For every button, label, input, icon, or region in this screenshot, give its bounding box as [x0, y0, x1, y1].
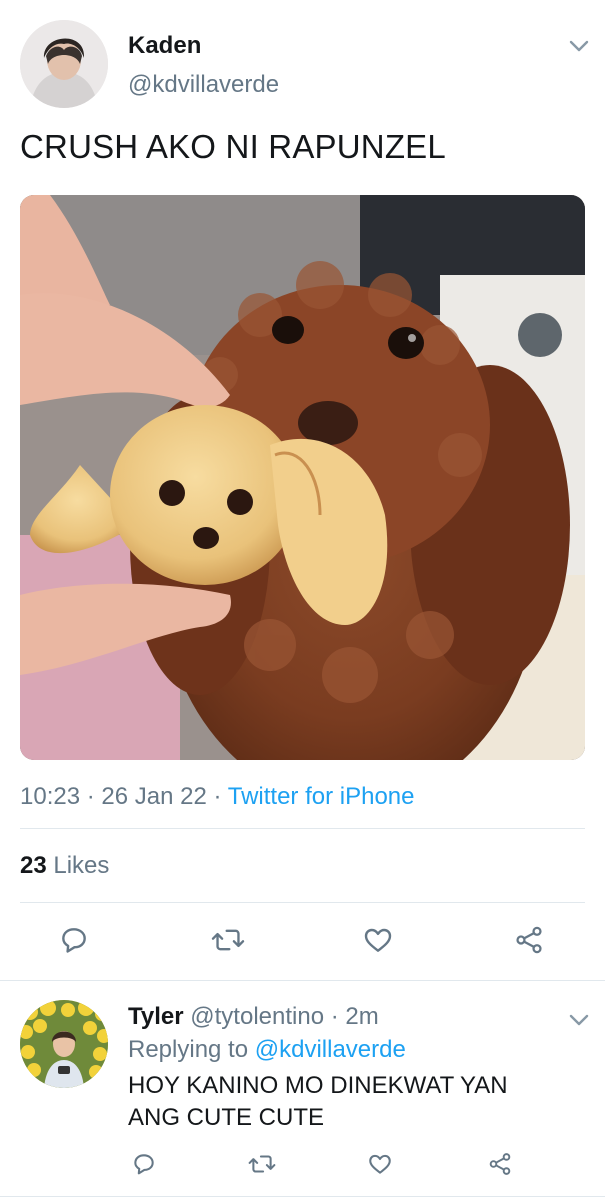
- heart-icon[interactable]: [356, 922, 400, 958]
- reply-author-handle[interactable]: @tytolentino: [190, 1003, 324, 1030]
- tweet-meta: 10:23 · 26 Jan 22 · Twitter for iPhone: [20, 783, 414, 811]
- reply-separator: ·: [330, 1003, 339, 1030]
- divider: [20, 902, 585, 903]
- author-avatar[interactable]: [20, 20, 108, 108]
- reply-avatar-image: [20, 1000, 108, 1088]
- author-avatar-image: [20, 20, 108, 108]
- retweet-icon[interactable]: [244, 1148, 280, 1180]
- divider: [20, 828, 585, 829]
- author-handle[interactable]: @kdvillaverde: [128, 71, 279, 99]
- tweet-date: 26 Jan 22: [101, 783, 207, 810]
- divider: [0, 980, 605, 981]
- reply-icon[interactable]: [52, 922, 96, 958]
- tweet-photo[interactable]: [20, 195, 585, 760]
- reply-text: HOY KANINO MO DINEKWAT YAN ANG CUTE CUTE: [128, 1072, 508, 1131]
- divider: [0, 1196, 605, 1197]
- meta-separator: ·: [86, 783, 95, 810]
- share-icon[interactable]: [507, 922, 551, 958]
- dog-with-cookie-image: [20, 195, 585, 760]
- retweet-icon[interactable]: [206, 922, 250, 958]
- chevron-down-icon[interactable]: [568, 1012, 590, 1028]
- author-name[interactable]: Kaden: [128, 32, 201, 60]
- tweet-source-link[interactable]: Twitter for iPhone: [228, 783, 415, 810]
- reply-author-avatar[interactable]: [20, 1000, 108, 1088]
- replying-to: Replying to @kdvillaverde: [128, 1036, 406, 1064]
- reply-author-name[interactable]: Tyler: [128, 1003, 184, 1030]
- tweet-text: CRUSH AKO NI RAPUNZEL: [20, 128, 446, 165]
- replying-to-link[interactable]: @kdvillaverde: [255, 1036, 406, 1063]
- heart-icon[interactable]: [362, 1148, 398, 1180]
- likes-count: 23: [20, 852, 47, 879]
- share-icon[interactable]: [482, 1148, 518, 1180]
- reply-icon[interactable]: [126, 1148, 162, 1180]
- meta-separator: ·: [213, 783, 222, 810]
- likes-label: Likes: [53, 852, 110, 879]
- reply-header: Tyler @tytolentino · 2m: [128, 1003, 379, 1031]
- likes-stat[interactable]: 23 Likes: [20, 852, 109, 880]
- chevron-down-icon[interactable]: [568, 38, 590, 54]
- replying-to-prefix: Replying to: [128, 1036, 249, 1063]
- tweet-time: 10:23: [20, 783, 81, 810]
- reply-time: 2m: [345, 1003, 379, 1030]
